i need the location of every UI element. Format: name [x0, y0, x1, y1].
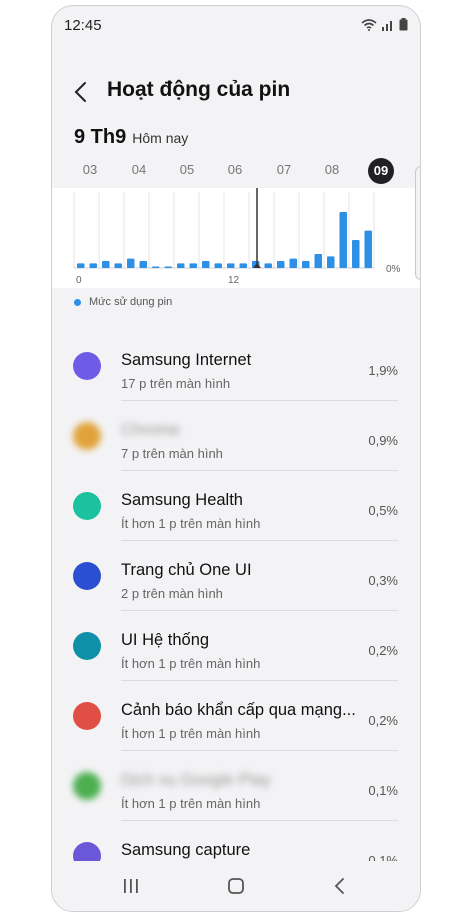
- usage-bar: [314, 254, 322, 268]
- edge-panel-handle[interactable]: [415, 166, 420, 280]
- app-row[interactable]: Samsung Internet 17 p trên màn hình 1,9%: [52, 331, 420, 401]
- app-name: Cảnh báo khẩn cấp qua mạng...: [121, 701, 356, 719]
- day-03[interactable]: 03: [83, 162, 97, 177]
- usage-bar: [277, 261, 285, 268]
- emergency-alert-icon: [73, 702, 101, 730]
- usage-bar: [102, 261, 110, 268]
- app-screen-time: 7 p trên màn hình: [121, 446, 223, 461]
- app-screen-time: Ít hơn 1 p trên màn hình: [121, 516, 261, 531]
- usage-bar: [302, 261, 310, 268]
- y-tick-label: 0%: [386, 264, 401, 275]
- app-usage-list: Samsung Internet 17 p trên màn hình 1,9% Ch…: [52, 331, 420, 891]
- usage-bar: [89, 263, 97, 268]
- battery-icon: [399, 18, 408, 31]
- page-title: Hoạt động của pin: [107, 78, 291, 101]
- day-06[interactable]: 06: [228, 162, 242, 177]
- app-battery-percent: 0,2%: [368, 713, 398, 728]
- app-name: Samsung capture: [121, 841, 251, 859]
- back-nav-icon[interactable]: [328, 874, 352, 898]
- app-row[interactable]: Trang chủ One UI 2 p trên màn hình 0,3%: [52, 541, 420, 611]
- app-battery-percent: 0,5%: [368, 503, 398, 518]
- page-header: Hoạt động của pin: [52, 72, 420, 116]
- usage-bar: [364, 230, 372, 268]
- app-name: Trang chủ One UI: [121, 561, 252, 579]
- usage-bar: [77, 263, 85, 268]
- day-08[interactable]: 08: [325, 162, 339, 177]
- usage-bar: [127, 258, 135, 268]
- status-bar: 12:45: [52, 6, 420, 46]
- app-screen-time: Ít hơn 1 p trên màn hình: [121, 726, 261, 741]
- app-row[interactable]: Cảnh báo khẩn cấp qua mạng... Ít hơn 1 p …: [52, 681, 420, 751]
- usage-bar: [152, 266, 160, 268]
- chart-svg: 0 12 0%: [73, 188, 401, 286]
- signal-icon: [382, 20, 392, 31]
- legend-label: Mức sử dụng pin: [89, 296, 173, 308]
- app-screen-time: 2 p trên màn hình: [121, 586, 223, 601]
- usage-bar: [227, 263, 235, 268]
- usage-bar: [139, 261, 147, 268]
- usage-bar: [189, 263, 197, 268]
- app-row[interactable]: Dịch vụ Google Play Ít hơn 1 p trên màn h…: [52, 751, 420, 821]
- samsung-internet-icon: [73, 352, 101, 380]
- app-name: Samsung Internet: [121, 351, 252, 369]
- battery-usage-chart: 0 12 0%: [52, 188, 420, 288]
- x-tick-label: 12: [228, 275, 240, 286]
- usage-bar: [327, 256, 335, 268]
- app-battery-percent: 1,9%: [368, 363, 398, 378]
- app-battery-percent: 0,2%: [368, 643, 398, 658]
- day-07[interactable]: 07: [277, 162, 291, 177]
- chart-legend: Mức sử dụng pin: [74, 296, 172, 308]
- date-sub: Hôm nay: [132, 130, 189, 146]
- usage-bar: [164, 266, 172, 268]
- app-name: Dịch vụ Google Play: [121, 771, 271, 789]
- app-battery-percent: 0,3%: [368, 573, 398, 588]
- day-09[interactable]: 09: [368, 158, 394, 184]
- phone-screen: 12:45 Hoạt động của pin 9 Th9 Hôm nay 03…: [51, 5, 421, 912]
- navigation-bar: [52, 861, 420, 911]
- app-battery-percent: 0,1%: [368, 783, 398, 798]
- usage-bar: [289, 258, 297, 268]
- recent-apps-icon[interactable]: [119, 874, 143, 898]
- samsung-health-icon: [73, 492, 101, 520]
- x-tick-label: 0: [76, 275, 82, 286]
- app-row[interactable]: Chrome 7 p trên màn hình 0,9%: [52, 401, 420, 471]
- usage-bar: [214, 263, 222, 268]
- app-screen-time: Ít hơn 1 p trên màn hình: [121, 656, 261, 671]
- usage-bar: [339, 212, 347, 268]
- usage-bar: [264, 263, 272, 268]
- day-04[interactable]: 04: [132, 162, 146, 177]
- wifi-icon: [361, 18, 377, 31]
- app-row[interactable]: Samsung Health Ít hơn 1 p trên màn hình 0,…: [52, 471, 420, 541]
- usage-bar: [202, 261, 210, 268]
- usage-bar: [239, 263, 247, 268]
- legend-dot: [74, 298, 81, 306]
- status-icons: [361, 18, 408, 31]
- app-name: UI Hệ thống: [121, 631, 210, 649]
- app-row[interactable]: UI Hệ thống Ít hơn 1 p trên màn hình 0,2%: [52, 611, 420, 681]
- back-arrow-icon[interactable]: [70, 80, 94, 104]
- app-battery-percent: 0,9%: [368, 433, 398, 448]
- usage-bar: [177, 263, 185, 268]
- google-play-services-icon: [73, 772, 101, 800]
- one-ui-home-icon: [73, 562, 101, 590]
- day-selector: 03 04 05 06 07 08 09: [52, 158, 420, 188]
- app-name: Samsung Health: [121, 491, 243, 509]
- app-name: Chrome: [121, 421, 180, 439]
- day-05[interactable]: 05: [180, 162, 194, 177]
- date-main: 9 Th9: [74, 126, 127, 148]
- date-heading: 9 Th9 Hôm nay: [74, 126, 188, 149]
- usage-bar: [352, 240, 360, 268]
- usage-bar: [114, 263, 122, 268]
- home-icon[interactable]: [224, 874, 248, 898]
- chrome-icon: [73, 422, 101, 450]
- app-screen-time: Ít hơn 1 p trên màn hình: [121, 796, 261, 811]
- status-time: 12:45: [64, 17, 102, 34]
- system-ui-icon: [73, 632, 101, 660]
- app-screen-time: 17 p trên màn hình: [121, 376, 231, 391]
